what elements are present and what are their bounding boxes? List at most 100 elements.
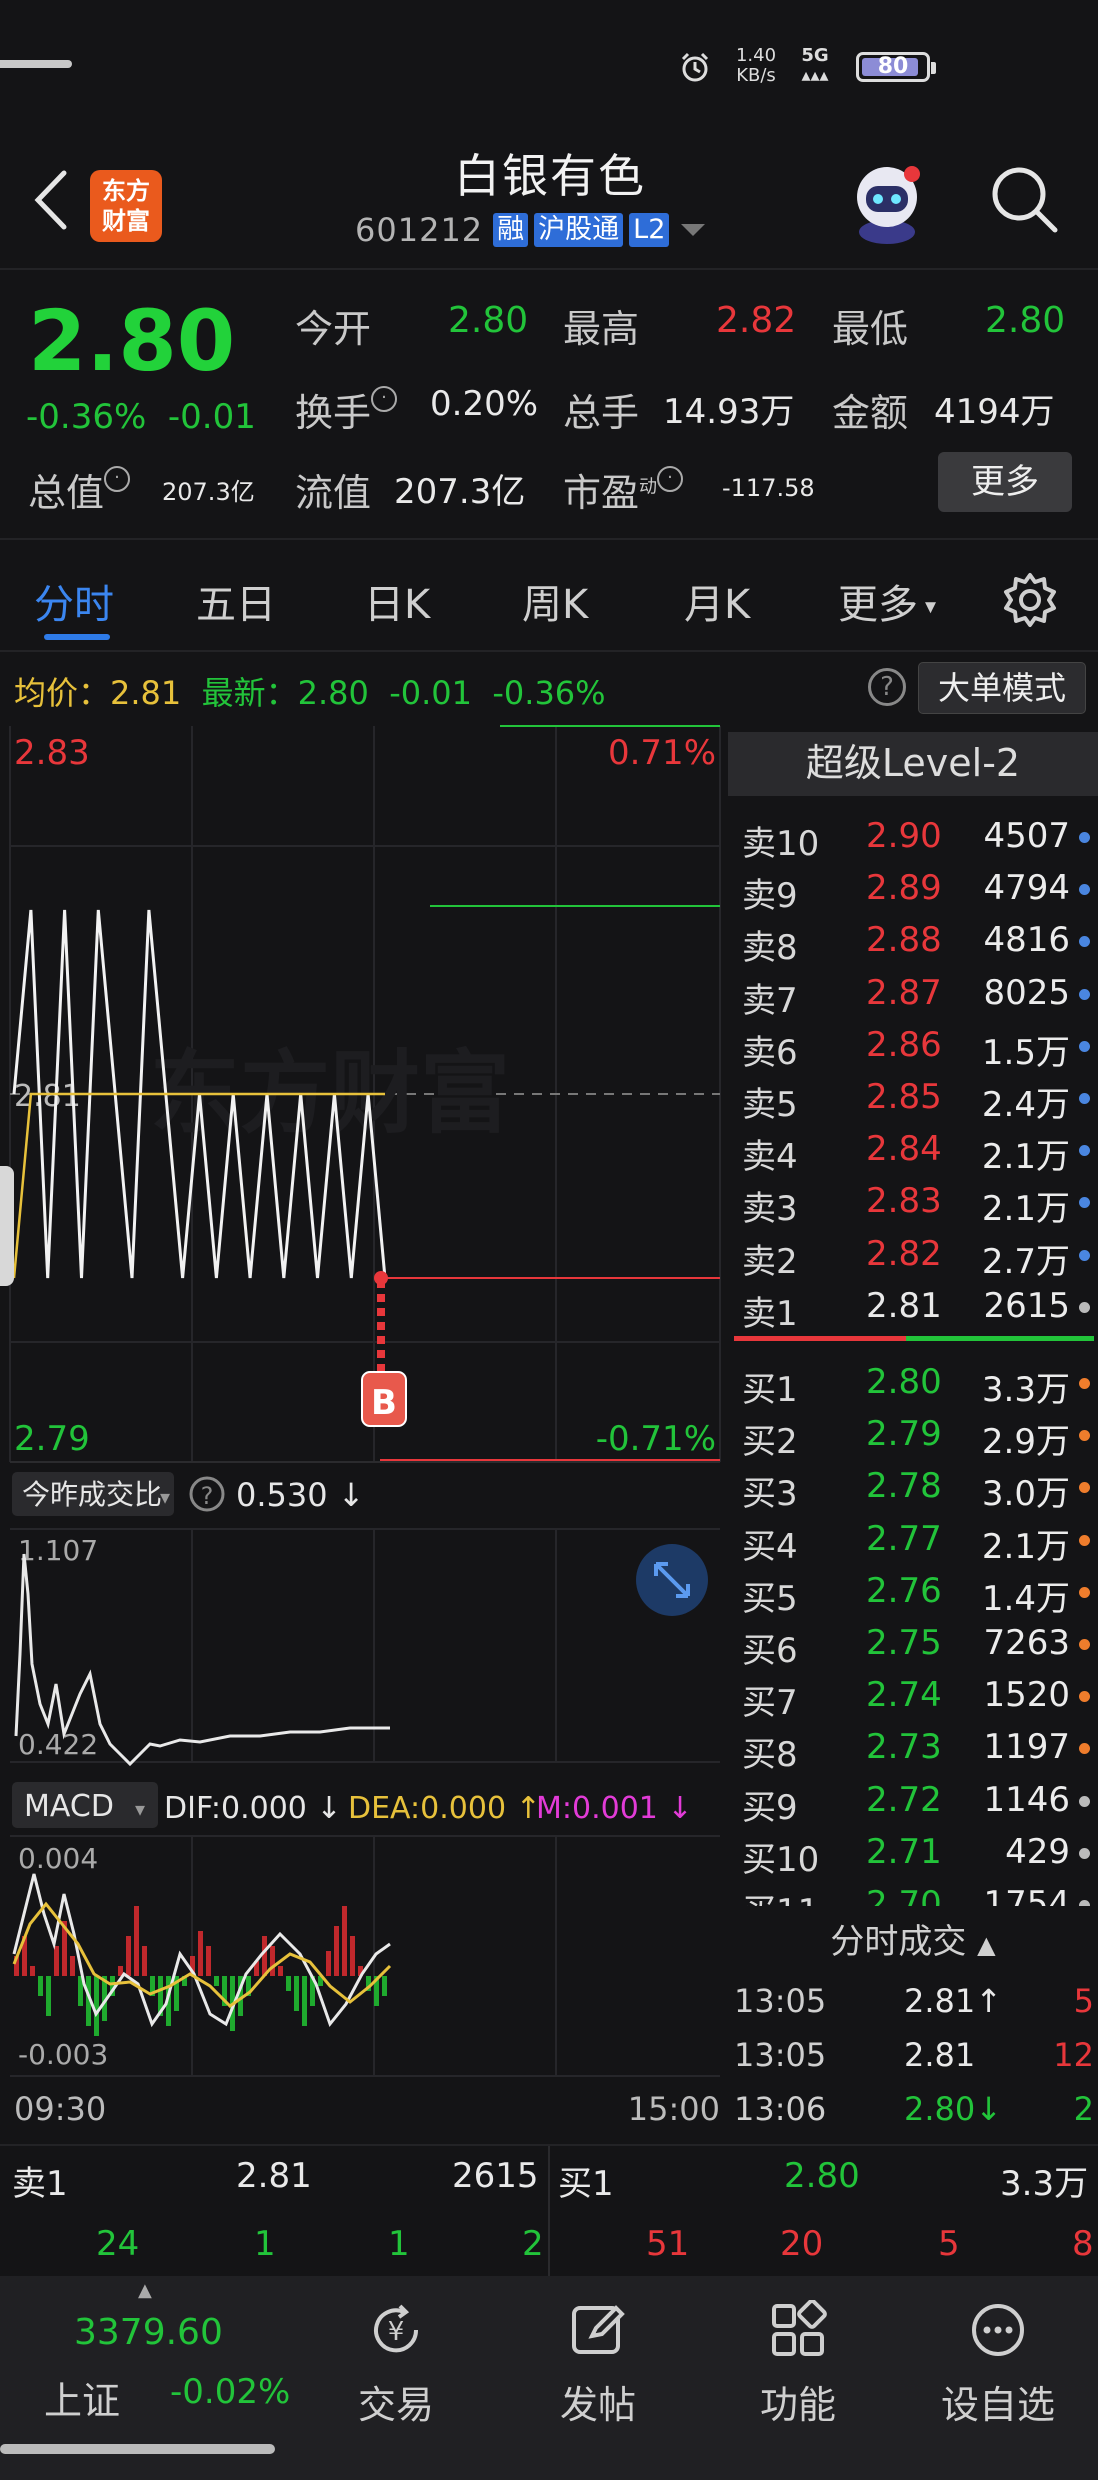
chevron-down-icon[interactable] — [681, 224, 706, 236]
sell-count: 2 — [522, 2224, 544, 2264]
macd-bar — [294, 1976, 299, 2011]
quick-buy-label: 买1 — [558, 2164, 614, 2204]
grid-apps-icon — [772, 2300, 827, 2356]
ask-volume: 8025 — [983, 972, 1070, 1013]
macd-bar — [134, 1906, 139, 1976]
status-pill — [0, 60, 72, 68]
ask-level-label: 卖7 — [742, 980, 798, 1021]
macd-dea: DEA:0.000 ↑ — [348, 1791, 541, 1826]
tab-weekly-k[interactable]: 周K — [522, 572, 588, 630]
tab-monthly-k[interactable]: 月K — [684, 572, 750, 630]
bid-row[interactable]: 买7 2.74 1520 — [734, 1669, 1094, 1724]
chevron-down-icon[interactable]: ▾ — [135, 1797, 145, 1821]
bid-row[interactable]: 买10 2.71 429 — [734, 1826, 1094, 1880]
search-icon[interactable] — [985, 160, 1065, 240]
tab-more[interactable]: 更多 ▾ — [838, 572, 936, 630]
back-arrow-icon[interactable] — [28, 165, 78, 235]
ask-row[interactable]: 卖2 2.82 2.7万 — [734, 1228, 1094, 1282]
price-lines — [12, 909, 387, 1279]
bid-level-label: 买4 — [742, 1526, 798, 1567]
bid-price: 2.78 — [866, 1466, 942, 1507]
bid-row[interactable]: 买6 2.75 7263 — [734, 1617, 1094, 1671]
ask-row[interactable]: 卖5 2.85 2.4万 — [734, 1071, 1094, 1125]
home-indicator[interactable] — [0, 2444, 275, 2454]
vol-ratio-bottom: 0.422 — [18, 1728, 98, 1761]
nav-trade[interactable]: ¥ 交易 — [296, 2276, 496, 2476]
price-change: -0.36% -0.01 — [26, 397, 256, 437]
more-button[interactable]: 更多 — [938, 452, 1072, 512]
ask-row[interactable]: 卖7 2.87 8025 — [734, 967, 1094, 1021]
svg-text:¥: ¥ — [388, 2317, 405, 2347]
index-widget[interactable]: ▲ 3379.60 上证 -0.02% — [10, 2276, 290, 2436]
tick-row[interactable]: 13:06 2.80↓ 2 — [734, 2082, 1094, 2134]
buy-count: 5 — [938, 2224, 960, 2264]
intraday-chart-svg[interactable]: 2.83 0.71% 2.81 2.79 -0.71% 东方财富 B 今昨成交比… — [0, 724, 725, 2144]
tab-daily-k[interactable]: 日K — [364, 572, 430, 630]
stock-code-row[interactable]: 601212 融 沪股通 L2 — [355, 210, 706, 250]
bid-price: 2.76 — [866, 1570, 942, 1611]
bid-row[interactable]: 买8 2.73 1197 — [734, 1721, 1094, 1775]
volume-value: 14.93万 — [663, 392, 795, 432]
bid-row[interactable]: 买4 2.77 2.1万 — [734, 1513, 1094, 1567]
pct-low-label: -0.71% — [596, 1419, 716, 1459]
bid-row[interactable]: 买3 2.78 3.0万 — [734, 1460, 1094, 1514]
vol-ratio-label[interactable]: 今昨成交比 — [22, 1478, 162, 1511]
info-icon[interactable]: · — [371, 386, 398, 412]
ask-row[interactable]: 卖3 2.83 2.1万 — [734, 1175, 1094, 1229]
bid-volume: 2.9万 — [981, 1422, 1070, 1463]
tick-row[interactable]: 13:05 2.81 12 — [734, 2028, 1094, 2080]
big-order-mode-button[interactable]: 大单模式 — [918, 662, 1086, 714]
tick-row[interactable]: 13:05 2.81↑ 5 — [734, 1974, 1094, 2026]
side-drawer-handle[interactable] — [0, 1166, 14, 1286]
nav-functions[interactable]: 功能 — [698, 2276, 898, 2476]
gear-icon[interactable] — [1000, 570, 1060, 630]
ask-row[interactable]: 卖9 2.89 4794 — [734, 862, 1094, 916]
bid-level-label: 买7 — [742, 1683, 798, 1724]
ask-row[interactable]: 卖1 2.81 2615 — [734, 1280, 1094, 1334]
level2-title[interactable]: 超级Level-2 — [728, 732, 1098, 796]
bid-row[interactable]: 买9 2.72 1146 — [734, 1774, 1094, 1828]
ask-row[interactable]: 卖6 2.86 1.5万 — [734, 1019, 1094, 1073]
chevron-down-icon[interactable]: ▾ — [160, 1485, 170, 1509]
time-start: 09:30 — [14, 2090, 106, 2128]
bid-row[interactable]: 买2 2.79 2.9万 — [734, 1408, 1094, 1463]
ask-level-label: 卖6 — [742, 1032, 798, 1073]
order-dot-icon — [1079, 1301, 1090, 1313]
ask-volume: 4794 — [983, 868, 1070, 909]
macd-bar — [334, 1926, 339, 1976]
robot-avatar-icon[interactable] — [842, 152, 932, 248]
chevron-up-icon[interactable]: ▲ — [977, 1931, 995, 1959]
index-name: 上证 — [44, 2379, 121, 2423]
eastmoney-logo[interactable]: 东方 财富 — [90, 170, 162, 242]
macd-label[interactable]: MACD — [24, 1789, 114, 1824]
info-icon[interactable]: · — [104, 466, 131, 492]
quick-order-bar[interactable]: 卖1 2.81 2615 买1 2.80 3.3万 24 1 1 2 51 20… — [0, 2144, 1098, 2276]
turnover-label: 换手 · — [295, 382, 398, 437]
ask-row[interactable]: 卖4 2.84 2.1万 — [734, 1123, 1094, 1177]
chart-tabs: 分时 五日 日K 周K 月K 更多 ▾ — [0, 542, 1098, 652]
tab-intraday[interactable]: 分时 — [34, 572, 114, 630]
ask-price: 2.84 — [866, 1129, 942, 1170]
yuan-refresh-icon: ¥ — [374, 2304, 419, 2353]
intraday-chart[interactable]: 2.83 0.71% 2.81 2.79 -0.71% 东方财富 B 今昨成交比… — [0, 724, 725, 2144]
tab-five-day[interactable]: 五日 — [196, 572, 276, 630]
ask-row[interactable]: 卖10 2.90 4507 — [734, 810, 1094, 864]
tick-list-title[interactable]: 分时成交 ▲ — [728, 1914, 1098, 1974]
net-speed: 1.40 KB/s — [735, 45, 777, 86]
bid-level-label: 买1 — [742, 1370, 798, 1410]
bid-price: 2.75 — [866, 1623, 942, 1663]
info-icon[interactable]: · — [657, 466, 684, 492]
ask-price: 2.83 — [866, 1181, 942, 1222]
bid-volume: 1146 — [983, 1779, 1070, 1820]
bid-row[interactable]: 买1 2.80 3.3万 — [734, 1356, 1094, 1410]
macd-bar — [382, 1976, 387, 1996]
help-icon[interactable]: ? — [868, 668, 906, 706]
nav-add-watchlist[interactable]: 设自选 — [898, 2276, 1098, 2476]
macd-bar — [214, 1976, 219, 1986]
nav-post[interactable]: 发帖 — [498, 2276, 698, 2476]
buy-marker[interactable]: B — [361, 1271, 407, 1427]
bid-row[interactable]: 买5 2.76 1.4万 — [734, 1565, 1094, 1619]
status-bar: 1.40 KB/s 5G ▴▴▴ 80 — [0, 0, 1098, 130]
ask-row[interactable]: 卖8 2.88 4816 — [734, 914, 1094, 968]
bid-volume: 1197 — [983, 1727, 1070, 1768]
